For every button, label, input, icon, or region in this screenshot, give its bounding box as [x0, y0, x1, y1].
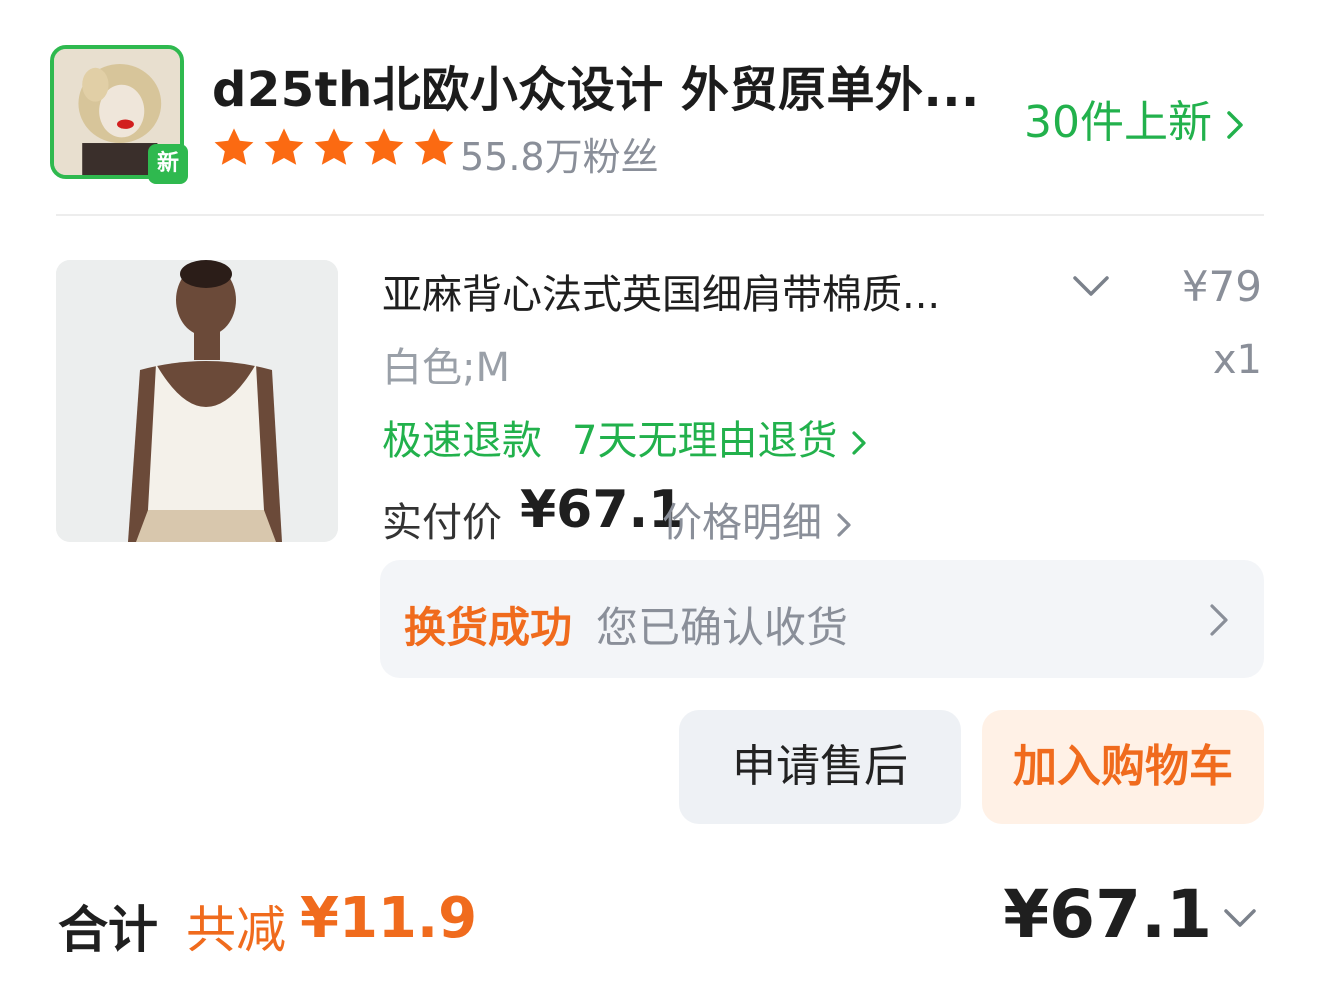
return-policy-label: 7天无理由退货: [572, 418, 838, 464]
return-policy-link[interactable]: 7天无理由退货: [572, 408, 869, 466]
add-to-cart-button[interactable]: 加入购物车: [982, 710, 1264, 824]
product-image[interactable]: [56, 260, 338, 542]
divider: [56, 214, 1264, 216]
exchange-status-title: 换货成功: [404, 603, 573, 652]
new-badge: 新: [148, 144, 188, 184]
product-quantity: x1: [1212, 337, 1262, 383]
discount-amount: ¥11.9: [300, 886, 478, 951]
total-amount[interactable]: ¥67.1: [1003, 876, 1212, 953]
after-sale-button[interactable]: 申请售后: [679, 710, 961, 824]
star-icon: [264, 128, 304, 165]
total-label: 合计: [58, 901, 158, 959]
new-items-link[interactable]: 30件上新: [1024, 86, 1244, 150]
price-detail-label: 价格明细: [662, 500, 822, 546]
fast-refund-tag: 极速退款: [382, 418, 542, 464]
exchange-status-bar[interactable]: 换货成功 您已确认收货: [380, 560, 1264, 678]
product-photo: [56, 260, 338, 542]
shop-fans-count: 55.8万粉丝: [460, 135, 659, 179]
star-icon: [314, 128, 354, 165]
chevron-right-icon: [852, 431, 867, 455]
discount-label: 共减: [186, 901, 286, 959]
chevron-right-icon: [1210, 604, 1228, 636]
order-card: 新 d25th北欧小众设计 外贸原单外... 55.8万粉丝 30件上新 亚麻背…: [0, 0, 1320, 992]
product-title[interactable]: 亚麻背心法式英国细肩带棉质...: [382, 262, 1022, 320]
chevron-right-icon: [837, 513, 851, 537]
star-icon: [364, 128, 404, 165]
shop-rating: [210, 124, 458, 172]
product-spec: 白色;M: [382, 345, 510, 391]
chevron-down-icon[interactable]: [1070, 268, 1112, 302]
shop-name[interactable]: d25th北欧小众设计 外贸原单外...: [212, 50, 1012, 120]
product-price: ¥79: [1181, 262, 1262, 311]
star-icon: [214, 128, 254, 165]
chevron-down-icon[interactable]: [1222, 905, 1258, 931]
paid-price-label: 实付价: [382, 500, 502, 546]
new-items-label: 30件上新: [1024, 97, 1212, 148]
price-detail-link[interactable]: 价格明细: [662, 490, 854, 548]
exchange-status-text: 您已确认收货: [596, 603, 849, 652]
star-icon: [414, 128, 454, 165]
paid-price-amount: ¥67.1: [520, 480, 685, 540]
chevron-right-icon: [1227, 111, 1243, 139]
